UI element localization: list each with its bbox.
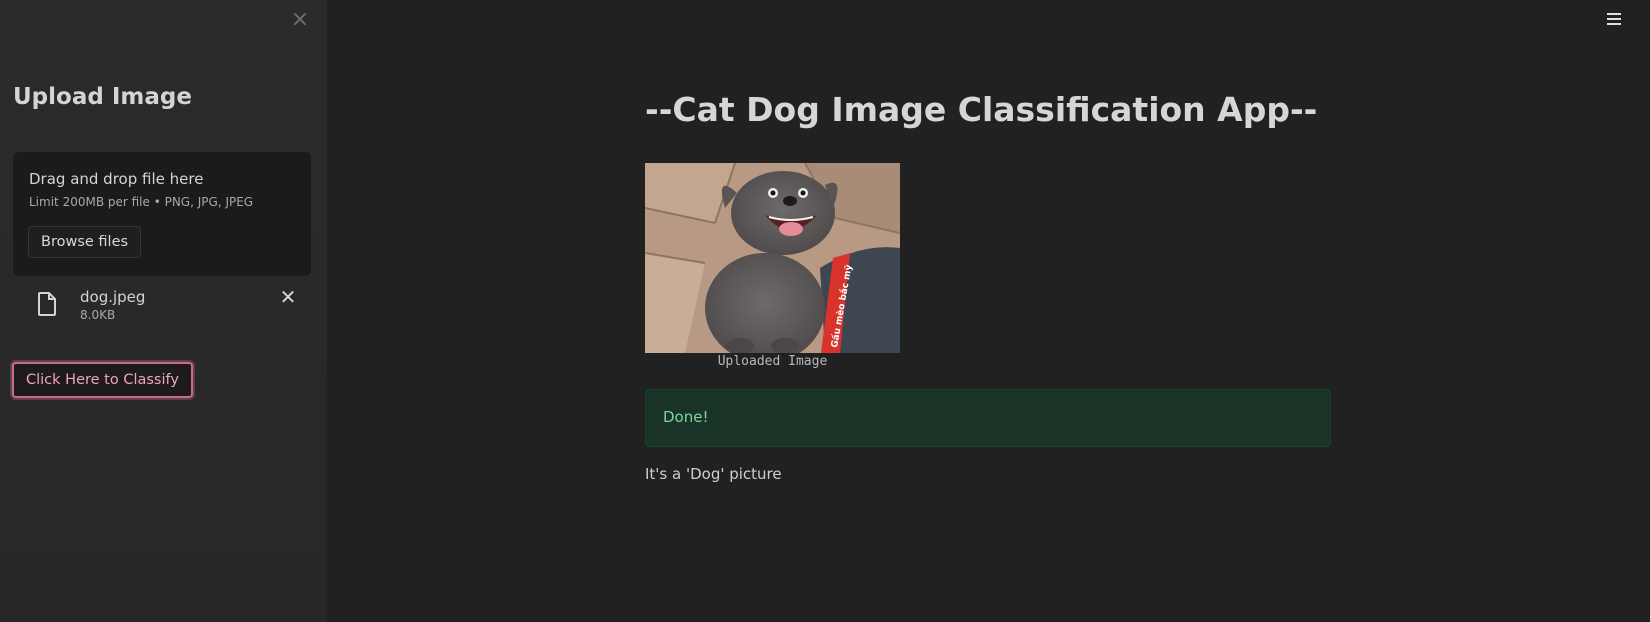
remove-file-icon[interactable]: ✕ <box>279 287 297 307</box>
image-caption: Uploaded Image <box>717 354 828 369</box>
file-size: 8.0KB <box>80 308 116 322</box>
uploaded-image: Gấu mèo bắc mỹ <box>645 163 900 353</box>
file-name: dog.jpeg <box>80 288 146 306</box>
app-root: × Upload Image Drag and drop file here L… <box>0 0 1650 622</box>
success-alert: Done! <box>645 389 1331 447</box>
hamburger-menu-icon[interactable] <box>1606 11 1622 27</box>
sidebar-title: Upload Image <box>13 84 192 110</box>
sidebar: × Upload Image Drag and drop file here L… <box>0 0 327 622</box>
dropzone-title: Drag and drop file here <box>29 170 204 188</box>
browse-files-button[interactable]: Browse files <box>28 226 142 258</box>
classification-result: It's a 'Dog' picture <box>645 465 782 483</box>
success-message: Done! <box>663 408 709 426</box>
classify-button[interactable]: Click Here to Classify <box>12 362 193 398</box>
dog-photo: Gấu mèo bắc mỹ <box>645 163 900 353</box>
file-dropzone[interactable]: Drag and drop file here Limit 200MB per … <box>13 152 311 276</box>
sidebar-close-icon[interactable]: × <box>290 9 310 31</box>
page-title: --Cat Dog Image Classification App-- <box>645 90 1318 129</box>
dropzone-limit-text: Limit 200MB per file • PNG, JPG, JPEG <box>29 195 254 209</box>
uploaded-file-item: dog.jpeg 8.0KB ✕ <box>13 286 311 326</box>
file-icon <box>38 292 56 316</box>
